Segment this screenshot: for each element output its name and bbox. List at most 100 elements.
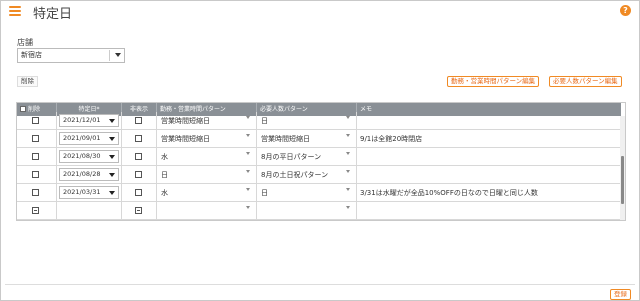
chevron-down-icon [109,191,115,195]
hidden-cell [122,184,157,202]
staff-pattern-select[interactable]: 8月の土日祝パターン [257,166,357,184]
dropdown-arrow-icon [246,116,250,119]
staff-pattern-select-value: 営業時間短縮日 [261,135,310,143]
delete-cell [17,112,57,130]
hidden-checkbox[interactable] [135,207,142,214]
dropdown-arrow-icon [346,152,350,155]
dropdown-arrow-icon [346,188,350,191]
date-value: 2021/09/01 [63,134,101,142]
delete-checkbox[interactable] [32,153,39,160]
dropdown-arrow-icon [246,134,250,137]
store-select-value: 新宿店 [21,51,42,59]
special-days-grid: 削除 特定日* 非表示 勤務・営業時間パターン 必要人数パターン メモ 2021… [16,102,626,221]
dropdown-arrow-icon [346,134,350,137]
date-picker[interactable]: 2021/08/30 [59,150,119,163]
delete-checkbox[interactable] [32,117,39,124]
memo-cell[interactable] [357,148,621,166]
dropdown-arrow-icon [246,206,250,209]
work-pattern-select-value: 日 [161,171,168,179]
edit-staff-pattern-button[interactable]: 必要人数パターン編集 [549,76,622,87]
date-picker[interactable]: 2021/09/01 [59,132,119,145]
work-pattern-select[interactable]: 営業時間短縮日 [157,112,257,130]
staff-pattern-select[interactable] [257,202,357,220]
question-icon[interactable]: ? [620,5,631,16]
date-value: 2021/08/30 [63,152,101,160]
date-picker[interactable]: 2021/03/31 [59,186,119,199]
work-pattern-select[interactable]: 水 [157,184,257,202]
work-pattern-select-value: 営業時間短縮日 [161,117,210,125]
memo-cell[interactable] [357,202,621,220]
delete-button[interactable]: 削除 [17,76,38,87]
work-pattern-select[interactable] [157,202,257,220]
hidden-cell [122,112,157,130]
dropdown-arrow-icon [246,170,250,173]
scrollbar-thumb[interactable] [621,156,624,204]
vertical-scrollbar[interactable] [620,116,625,220]
memo-cell[interactable] [357,112,621,130]
date-value: 2021/03/31 [63,188,101,196]
chevron-down-icon [109,119,115,123]
memo-cell[interactable]: 3/31は水曜だが全品10%OFFの日なので日曜と同じ人数 [357,184,621,202]
work-pattern-select[interactable]: 日 [157,166,257,184]
delete-checkbox[interactable] [32,171,39,178]
hidden-cell [122,130,157,148]
store-select[interactable]: 新宿店 [17,48,125,63]
date-value: 2021/08/28 [63,170,101,178]
hidden-checkbox[interactable] [135,171,142,178]
table-row: 2021/08/30 水 8月の平日パターン [17,148,621,166]
staff-pattern-select[interactable]: 日 [257,112,357,130]
dropdown-arrow-icon [346,206,350,209]
date-cell: 2021/08/28 [57,166,122,184]
date-cell: 2021/08/30 [57,148,122,166]
memo-cell[interactable]: 9/1は全館20時閉店 [357,130,621,148]
delete-checkbox[interactable] [32,189,39,196]
delete-cell [17,202,57,220]
staff-pattern-select-value: 8月の平日パターン [261,153,322,161]
work-pattern-select[interactable]: 営業時間短縮日 [157,130,257,148]
delete-cell [17,166,57,184]
select-divider [109,50,110,61]
work-pattern-select-value: 水 [161,189,168,197]
delete-checkbox[interactable] [32,207,39,214]
register-button[interactable]: 登録 [610,289,631,300]
chevron-down-icon [109,173,115,177]
table-row: 2021/12/01 営業時間短縮日 日 [17,112,621,130]
store-label: 店舗 [17,38,33,47]
staff-pattern-select[interactable]: 営業時間短縮日 [257,130,357,148]
hidden-cell [122,166,157,184]
dropdown-arrow-icon [346,170,350,173]
hidden-checkbox[interactable] [135,117,142,124]
header: 特定日 ? [1,1,639,23]
date-value: 2021/12/01 [63,116,101,124]
table-row: 2021/03/31 水 日 3/31は水曜だが全品10%OFFの日なので日曜と同じ人… [17,184,621,202]
edit-work-pattern-button[interactable]: 勤務・営業時間パターン編集 [447,76,540,87]
dropdown-arrow-icon [346,116,350,119]
table-row: 2021/08/28 日 8月の土日祝パターン [17,166,621,184]
date-cell: 2021/09/01 [57,130,122,148]
date-cell [57,202,122,220]
hidden-checkbox[interactable] [135,135,142,142]
app-window: 特定日 ? 店舗 新宿店 削除 勤務・営業時間パターン編集 必要人数パターン編集… [0,0,640,301]
work-pattern-select[interactable]: 水 [157,148,257,166]
staff-pattern-select[interactable]: 日 [257,184,357,202]
footer-divider [5,284,635,285]
date-picker[interactable]: 2021/08/28 [59,168,119,181]
hidden-cell [122,148,157,166]
staff-pattern-select-value: 8月の土日祝パターン [261,171,329,179]
memo-cell[interactable] [357,166,621,184]
date-cell: 2021/03/31 [57,184,122,202]
delete-cell [17,148,57,166]
staff-pattern-select-value: 日 [261,189,268,197]
hidden-checkbox[interactable] [135,153,142,160]
staff-pattern-select[interactable]: 8月の平日パターン [257,148,357,166]
delete-cell [17,184,57,202]
delete-checkbox[interactable] [32,135,39,142]
chevron-down-icon [115,53,121,57]
date-cell: 2021/12/01 [57,112,122,130]
hidden-checkbox[interactable] [135,189,142,196]
date-picker[interactable]: 2021/12/01 [59,114,119,127]
hamburger-menu-icon[interactable] [9,6,21,16]
new-row [17,202,621,220]
chevron-down-icon [109,137,115,141]
table-row: 2021/09/01 営業時間短縮日 営業時間短縮日 9/1は全館20時閉店 [17,130,621,148]
